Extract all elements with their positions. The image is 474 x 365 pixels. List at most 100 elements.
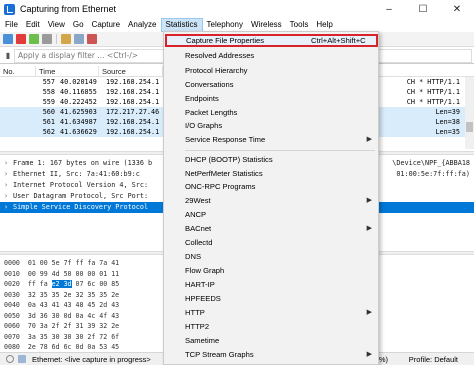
byte-hex: 0a 43 41 43 48 45 2d 43 (27, 301, 120, 309)
capture-comment-icon[interactable] (18, 355, 26, 363)
menu-item-io-graphs[interactable]: I/O Graphs (164, 119, 378, 132)
byte-hex: 32 35 35 2e 32 35 35 2e (27, 290, 120, 299)
menu-item-capture-file-properties[interactable]: Capture File Properties Ctrl+Alt+Shift+C (165, 34, 378, 47)
menu-item-dhcp-statistics[interactable]: DHCP (BOOTP) Statistics (164, 153, 378, 166)
menu-analyze[interactable]: Analyze (124, 18, 160, 32)
packet-no: 560 (42, 108, 55, 116)
menu-telephony[interactable]: Telephony (203, 18, 247, 32)
packet-no: 558 (42, 88, 55, 96)
menu-tools[interactable]: Tools (286, 18, 313, 32)
expand-arrow-icon[interactable]: › (4, 202, 13, 213)
byte-offset: 0020 (4, 280, 20, 288)
menu-capture[interactable]: Capture (88, 18, 124, 32)
menu-item-endpoints[interactable]: Endpoints (164, 92, 378, 105)
capture-options-icon[interactable] (42, 34, 52, 44)
menu-item-ancp[interactable]: ANCP (164, 208, 378, 221)
column-time[interactable]: Time (36, 66, 99, 76)
packet-no: 562 (42, 128, 55, 136)
expand-arrow-icon[interactable]: › (4, 180, 13, 191)
menu-view[interactable]: View (44, 18, 69, 32)
menu-item-onc-rpc-programs[interactable]: ONC-RPC Programs (164, 180, 378, 193)
byte-offset: 0080 (4, 343, 20, 351)
byte-hex: 3d 36 30 0d 0a 4c 4f 43 (27, 311, 120, 320)
packet-no: 559 (42, 98, 55, 106)
menu-item-hpfeeds[interactable]: HPFEEDS (164, 292, 378, 305)
start-capture-icon[interactable] (3, 34, 13, 44)
byte-hex: ff fa (27, 280, 52, 288)
menu-item-http2[interactable]: HTTP2 (164, 320, 378, 333)
menu-item-label: HTTP (185, 308, 205, 317)
maximize-button[interactable]: ☐ (406, 0, 440, 18)
packet-source: 192.168.254.1 (106, 78, 160, 86)
menu-item-bacnet[interactable]: BACnet ▶ (164, 222, 378, 235)
menu-item-label: Service Response Time (185, 135, 266, 144)
menu-edit[interactable]: Edit (22, 18, 44, 32)
menu-go[interactable]: Go (69, 18, 88, 32)
expand-arrow-icon[interactable]: › (4, 169, 13, 180)
menu-help[interactable]: Help (312, 18, 336, 32)
window-title: Capturing from Ethernet (20, 4, 117, 14)
menu-item-resolved-addresses[interactable]: Resolved Addresses (164, 49, 378, 62)
menu-file[interactable]: File (1, 18, 22, 32)
byte-offset: 0010 (4, 269, 20, 278)
expert-info-icon[interactable] (6, 355, 14, 363)
title-bar: Capturing from Ethernet – ☐ ✕ (0, 0, 474, 18)
byte-hex: 00 99 4d 50 00 00 01 11 (27, 269, 120, 278)
minimize-button[interactable]: – (372, 0, 406, 18)
byte-offset: 0060 (4, 322, 20, 330)
bookmark-icon[interactable]: ▮ (2, 50, 14, 62)
menu-item-packet-lengths[interactable]: Packet Lengths (164, 106, 378, 119)
close-file-icon[interactable] (87, 34, 97, 44)
packet-time: 41.634987 (60, 118, 97, 126)
menu-item-label: 29West (185, 196, 211, 205)
menu-item-netperfmeter-statistics[interactable]: NetPerfMeter Statistics (164, 167, 378, 180)
column-source[interactable]: Source (99, 66, 163, 76)
packet-list-scrollbar[interactable] (465, 77, 474, 149)
statistics-menu: Capture File Properties Ctrl+Alt+Shift+C … (163, 31, 379, 365)
save-file-icon[interactable] (74, 34, 84, 44)
byte-hex: 07 6c 00 85 (71, 280, 120, 288)
byte-offset: 0030 (4, 290, 20, 299)
close-button[interactable]: ✕ (440, 0, 474, 18)
menu-item-tcp-stream-graphs[interactable]: TCP Stream Graphs ▶ (164, 348, 378, 361)
detail-text: Ethernet II, Src: 7a:41:60:b9:c (13, 170, 140, 178)
open-file-icon[interactable] (61, 34, 71, 44)
submenu-arrow-icon: ▶ (366, 309, 372, 316)
menu-item-service-response-time[interactable]: Service Response Time ▶ (164, 133, 378, 146)
packet-source: 192.168.254.1 (106, 98, 160, 106)
status-profile[interactable]: Profile: Default (409, 355, 458, 364)
byte-offset: 0040 (4, 301, 20, 309)
menu-item-http[interactable]: HTTP ▶ (164, 306, 378, 319)
expand-arrow-icon[interactable]: › (4, 191, 13, 202)
packet-source: 172.217.27.46 (106, 108, 160, 116)
submenu-arrow-icon: ▶ (366, 351, 372, 358)
detail-text-right: 01:00:5e:7f:ff:fa) (396, 170, 470, 178)
stop-capture-icon[interactable] (16, 34, 26, 44)
byte-offset: 0000 (4, 259, 20, 267)
menu-item-dns[interactable]: DNS (164, 250, 378, 263)
menu-item-29west[interactable]: 29West ▶ (164, 194, 378, 207)
submenu-arrow-icon: ▶ (366, 225, 372, 232)
menu-item-sametime[interactable]: Sametime (164, 334, 378, 347)
column-no[interactable]: No. (0, 66, 36, 76)
menu-item-flow-graph[interactable]: Flow Graph (164, 264, 378, 277)
byte-hex: 70 3a 2f 2f 31 39 32 2e (27, 322, 120, 330)
scrollbar-thumb[interactable] (466, 122, 473, 132)
menu-item-hart-ip[interactable]: HART-IP (164, 278, 378, 291)
expand-arrow-icon[interactable]: › (4, 158, 13, 169)
packet-time: 40.222452 (60, 98, 97, 106)
menu-item-conversations[interactable]: Conversations (164, 78, 378, 91)
byte-hex: 2e 78 6d 6c 0d 0a 53 45 (27, 343, 120, 351)
packet-no: 557 (42, 78, 55, 86)
restart-capture-icon[interactable] (29, 34, 39, 44)
menu-item-protocol-hierarchy[interactable]: Protocol Hierarchy (164, 64, 378, 77)
menu-statistics[interactable]: Statistics (160, 18, 203, 32)
menu-item-shortcut: Ctrl+Alt+Shift+C (311, 36, 366, 45)
menu-wireless[interactable]: Wireless (247, 18, 286, 32)
packet-time: 40.116855 (60, 88, 97, 96)
detail-text-right: \Device\NPF_{ABBA18 (392, 159, 470, 167)
wireshark-icon (4, 3, 15, 15)
byte-offset: 0070 (4, 332, 20, 341)
menu-item-collectd[interactable]: Collectd (164, 236, 378, 249)
toolbar-separator (56, 34, 57, 44)
